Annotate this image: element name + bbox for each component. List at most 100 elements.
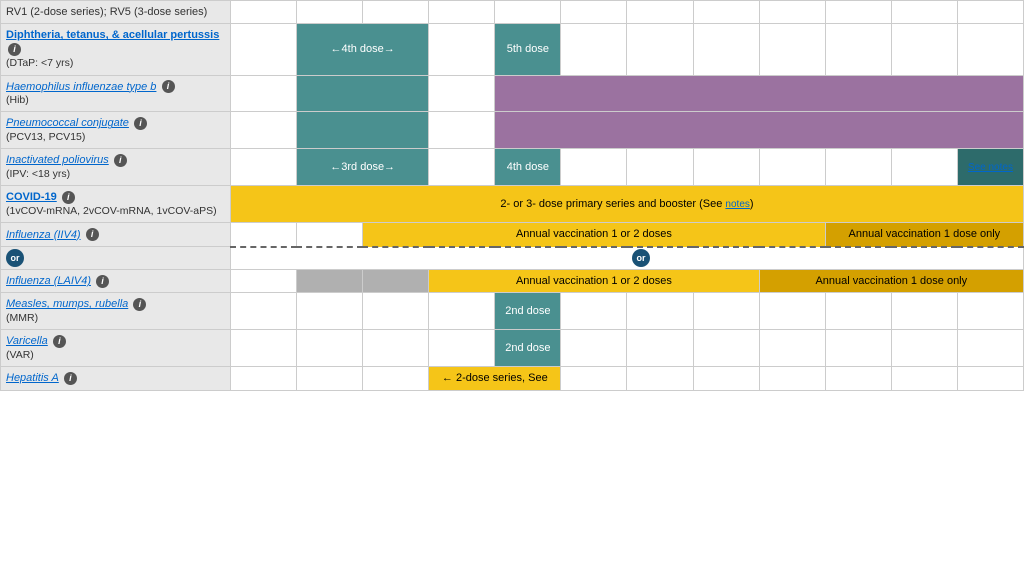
hib-name[interactable]: Haemophilus influenzae type b [6,81,156,93]
ipv-seenotes-label[interactable]: See notes [968,162,1013,173]
dtap-col9 [759,24,825,75]
table-row-influenza-laiv4: Influenza (LAIV4) i Annual vaccination 1… [1,270,1024,293]
covid-notes-link[interactable]: notes [725,199,749,210]
mmr-info-icon[interactable]: i [133,298,146,311]
vaccine-cell-dtap: Diphtheria, tetanus, & acellular pertuss… [1,24,231,75]
table-row-ipv: Inactivated poliovirus i (IPV: <18 yrs) … [1,149,1024,186]
hepa-col3 [363,367,429,390]
rv-col4 [429,1,495,24]
var-col9 [759,330,825,367]
varicella-name[interactable]: Varicella [6,335,48,347]
hepa-col8 [759,367,825,390]
ipv-info-icon[interactable]: i [114,154,127,167]
mmr-col2 [297,293,363,330]
covid-text: 2- or 3- dose primary series and booster… [500,198,753,210]
iiv4-annual1-cell: Annual vaccination 1 dose only [825,223,1023,247]
hepa-2dose-cell: ← 2-dose series, See [429,367,561,390]
rv-col1 [231,1,297,24]
table-row-hib: Haemophilus influenzae type b i (Hib) [1,75,1024,112]
rv-col10 [825,1,891,24]
mmr-name[interactable]: Measles, mumps, rubella [6,298,128,310]
hepa-col11 [957,367,1023,390]
var-col6 [561,330,627,367]
pcv-col3 [429,112,495,149]
mmr-col12 [957,293,1023,330]
laiv4-annual12-label: Annual vaccination 1 or 2 doses [516,275,672,287]
ipv-dose4-cell: 4th dose [495,149,561,186]
pcv-col1 [231,112,297,149]
dtap-info-icon[interactable]: i [8,43,21,56]
vaccine-cell-ipv: Inactivated poliovirus i (IPV: <18 yrs) [1,149,231,186]
var-col2 [297,330,363,367]
dtap-col1 [231,24,297,75]
laiv4-name[interactable]: Influenza (LAIV4) [6,275,91,287]
vaccine-cell-rv: RV1 (2-dose series); RV5 (3-dose series) [1,1,231,24]
pcv-info-icon[interactable]: i [134,117,147,130]
dtap-dose5-cell: 5th dose [495,24,561,75]
iiv4-annual1-label: Annual vaccination 1 dose only [849,228,1001,240]
hib-col1 [231,75,297,112]
hepa-info-icon[interactable]: i [64,372,77,385]
hib-col3 [429,75,495,112]
varicella-info-icon[interactable]: i [53,335,66,348]
var-col7 [627,330,693,367]
var-dose2-cell: 2nd dose [495,330,561,367]
iiv4-info-icon[interactable]: i [86,228,99,241]
covid-info-icon[interactable]: i [62,191,75,204]
hepa-name[interactable]: Hepatitis A [6,372,59,384]
var-col12 [957,330,1023,367]
var-col10 [825,330,891,367]
dtap-col10 [825,24,891,75]
hepa-2dose-label: ← 2-dose series, See [442,372,548,384]
hepa-col5 [561,367,627,390]
table-row-mmr: Measles, mumps, rubella i (MMR) 2nd dose [1,293,1024,330]
var-col1 [231,330,297,367]
hepa-col7 [693,367,759,390]
vaccine-cell-covid: COVID-19 i (1vCOV-mRNA, 2vCOV-mRNA, 1vCO… [1,186,231,223]
ipv-col8 [759,149,825,186]
pcv-name[interactable]: Pneumococcal conjugate [6,117,129,129]
iiv4-name[interactable]: Influenza (IIV4) [6,229,81,241]
rv-col2 [297,1,363,24]
pcv-teal1 [297,112,429,149]
mmr-col9 [759,293,825,330]
dtap-name[interactable]: Diphtheria, tetanus, & acellular pertuss… [6,29,219,41]
rv-col7 [627,1,693,24]
hib-sub: (Hib) [6,94,225,108]
table-row-covid: COVID-19 i (1vCOV-mRNA, 2vCOV-mRNA, 1vCO… [1,186,1024,223]
hib-purple [495,75,1024,112]
table-row-hepa: Hepatitis A i ← 2-dose series, See [1,367,1024,390]
laiv4-info-icon[interactable]: i [96,275,109,288]
ipv-name[interactable]: Inactivated poliovirus [6,154,109,166]
ipv-dose3-label: ←3rd dose→ [330,161,395,173]
ipv-col1 [231,149,297,186]
rv-col5 [495,1,561,24]
vaccine-cell-hib: Haemophilus influenzae type b i (Hib) [1,75,231,112]
dtap-dose4-cell: ←4th dose→ [297,24,429,75]
covid-span-cell: 2- or 3- dose primary series and booster… [231,186,1024,223]
vaccine-cell-hepa: Hepatitis A i [1,367,231,390]
rv-col3 [363,1,429,24]
iiv4-col1 [231,223,297,247]
rv-col8 [693,1,759,24]
or-divider: or [231,247,1024,270]
dtap-col8 [693,24,759,75]
ipv-col3 [429,149,495,186]
hib-teal1 [297,75,429,112]
var-col11 [891,330,957,367]
covid-name[interactable]: COVID-19 [6,191,57,203]
table-row-influenza-iiv4: Influenza (IIV4) i Annual vaccination 1 … [1,223,1024,247]
mmr-col11 [891,293,957,330]
ipv-col5 [561,149,627,186]
mmr-sub: (MMR) [6,312,225,326]
or-badge-right: or [632,249,650,267]
var-col4 [429,330,495,367]
dtap-dose5-label: 5th dose [507,43,549,55]
covid-sub: (1vCOV-mRNA, 2vCOV-mRNA, 1vCOV-aPS) [6,205,225,219]
var-col3 [363,330,429,367]
hepa-col1 [231,367,297,390]
laiv4-annual1-cell: Annual vaccination 1 dose only [759,270,1023,293]
hib-info-icon[interactable]: i [162,80,175,93]
ipv-dose3-cell: ←3rd dose→ [297,149,429,186]
dtap-dose4-label: ←4th dose→ [331,43,395,55]
